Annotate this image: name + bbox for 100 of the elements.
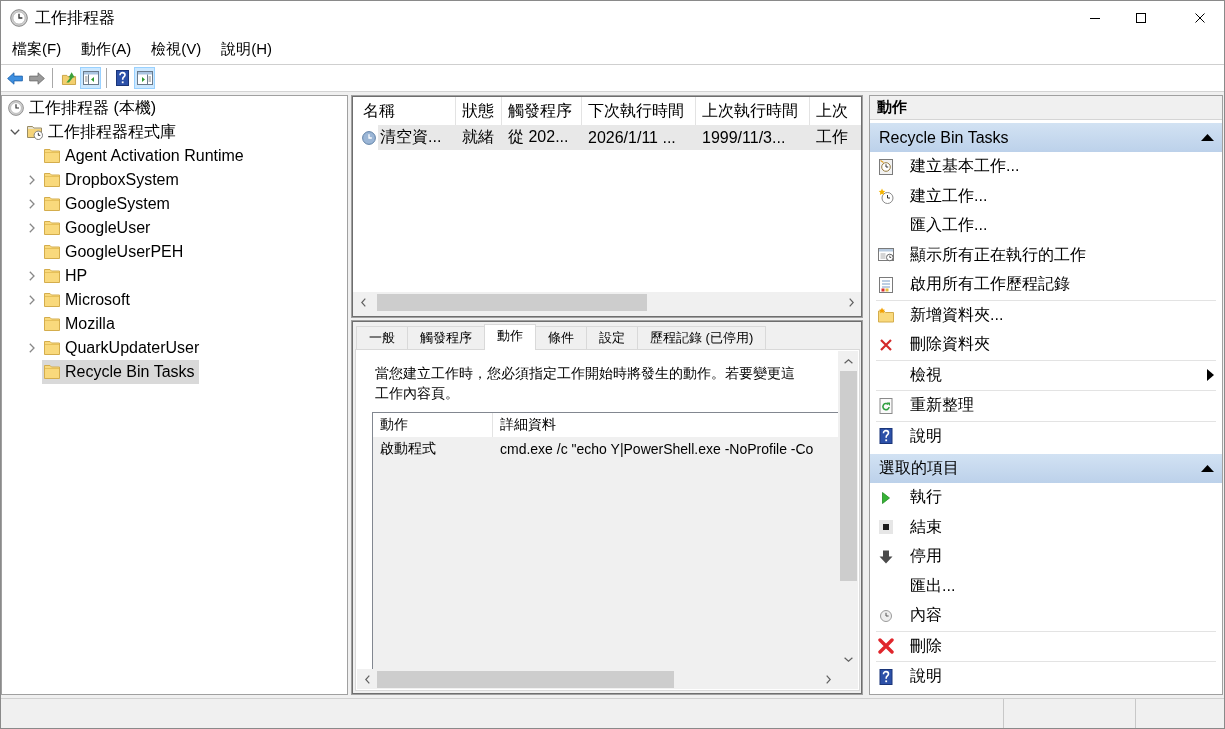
action-item[interactable]: 停用 bbox=[870, 542, 1222, 572]
collapse-triangle-icon[interactable] bbox=[1201, 134, 1214, 141]
tree-item[interactable]: 工作排程器 (本機) bbox=[6, 96, 161, 120]
tree-item[interactable]: GoogleSystem bbox=[42, 192, 174, 216]
close-icon bbox=[1195, 13, 1205, 23]
section-header[interactable]: 選取的項目 bbox=[870, 454, 1222, 483]
chevron-right-icon[interactable] bbox=[29, 271, 35, 281]
folder-icon bbox=[44, 221, 60, 235]
tree-item[interactable]: DropboxSystem bbox=[42, 168, 183, 192]
submenu-caret-icon bbox=[1207, 369, 1214, 382]
scroll-right-icon[interactable] bbox=[848, 297, 854, 307]
chevron-right-icon[interactable] bbox=[29, 343, 35, 353]
action-item[interactable]: 說明 bbox=[876, 421, 1216, 451]
pane-layout-icon bbox=[136, 71, 153, 85]
action-item[interactable]: 重新整理 bbox=[876, 391, 1216, 421]
table-cell-text: cmd.exe /c "echo Y|PowerShell.exe -NoProfile -Co bbox=[499, 441, 814, 457]
action-item[interactable]: 執行 bbox=[870, 483, 1222, 513]
window-clock-icon bbox=[878, 247, 894, 264]
scroll-down-icon[interactable] bbox=[843, 656, 853, 662]
scrollbar-thumb[interactable] bbox=[377, 293, 647, 311]
action-item[interactable]: 結束 bbox=[870, 512, 1222, 542]
action-item[interactable]: 新增資料夾... bbox=[876, 300, 1216, 330]
menu-item[interactable]: 檔案(F) bbox=[4, 37, 70, 62]
tab[interactable]: 動作 bbox=[484, 324, 536, 350]
scrollbar-thumb[interactable] bbox=[839, 371, 857, 581]
scrollbar-thumb[interactable] bbox=[377, 670, 674, 688]
window-title: 工作排程器 bbox=[35, 7, 115, 28]
clock-icon bbox=[8, 100, 24, 116]
action-item[interactable]: 刪除 bbox=[876, 631, 1216, 661]
clock-star-icon bbox=[878, 188, 894, 205]
clock-icon bbox=[362, 130, 376, 145]
tree-item[interactable]: Mozilla bbox=[42, 312, 119, 336]
action-item[interactable]: 刪除資料夾 bbox=[876, 330, 1216, 360]
folder-icon bbox=[44, 293, 60, 307]
tree-item[interactable]: HP bbox=[42, 264, 92, 288]
tree-item[interactable]: QuarkUpdaterUser bbox=[42, 336, 204, 360]
horizontal-scrollbar[interactable] bbox=[357, 669, 838, 689]
table-cell-text: 1999/11/3... bbox=[701, 128, 787, 147]
folder-icon bbox=[44, 149, 60, 163]
chevron-down-icon[interactable] bbox=[10, 129, 20, 135]
menu-item[interactable]: 檢視(V) bbox=[143, 37, 210, 62]
scroll-left-icon[interactable] bbox=[364, 674, 370, 684]
menu-item[interactable]: 動作(A) bbox=[73, 37, 140, 62]
description-text: 工作內容頁。 bbox=[375, 384, 460, 403]
folder-icon bbox=[44, 269, 60, 283]
description-text: 當您建立工作時，您必須指定工作開始時將發生的動作。若要變更這 bbox=[375, 364, 796, 383]
action-item[interactable]: 匯入工作... bbox=[870, 211, 1222, 241]
minimize-icon bbox=[1090, 17, 1100, 19]
clock-icon bbox=[880, 609, 892, 622]
action-item[interactable]: 內容 bbox=[870, 601, 1222, 631]
table-cell-text: 就緒 bbox=[461, 127, 495, 147]
action-item[interactable]: 說明 bbox=[876, 662, 1216, 692]
tree-item[interactable]: Recycle Bin Tasks bbox=[42, 360, 199, 384]
folder-icon bbox=[44, 317, 60, 331]
table-cell-text: 工作 bbox=[815, 127, 848, 147]
scroll-up-icon[interactable] bbox=[843, 358, 853, 364]
action-item[interactable]: 檢視 bbox=[876, 360, 1216, 390]
tree-item[interactable]: Agent Activation Runtime bbox=[42, 144, 248, 168]
folder-icon bbox=[44, 341, 60, 355]
tree-item[interactable]: 工作排程器程式庫 bbox=[25, 120, 180, 144]
vertical-scrollbar[interactable] bbox=[838, 351, 858, 669]
scroll-right-icon[interactable] bbox=[825, 674, 831, 684]
help-icon bbox=[878, 668, 894, 685]
console-tree-toggle[interactable] bbox=[80, 67, 101, 89]
help-icon bbox=[878, 428, 894, 445]
folder-icon bbox=[44, 365, 60, 379]
action-item[interactable]: 建立工作... bbox=[870, 181, 1222, 211]
action-item[interactable]: 建立基本工作... bbox=[870, 152, 1222, 182]
horizontal-scrollbar[interactable] bbox=[353, 292, 861, 312]
section-header[interactable]: Recycle Bin Tasks bbox=[870, 123, 1222, 152]
folder-up-icon bbox=[60, 71, 77, 85]
table-row[interactable]: 清空資... 就緒 從 202... 2026/1/11 ... 1999/11/3... 工作 bbox=[378, 125, 861, 150]
action-item[interactable]: 匯出... bbox=[870, 571, 1222, 601]
tree-item[interactable]: Microsoft bbox=[42, 288, 134, 312]
help-icon bbox=[116, 70, 129, 86]
tab[interactable]: 歷程記錄 (已停用) bbox=[637, 326, 767, 349]
folder-clock-icon bbox=[27, 124, 43, 140]
collapse-triangle-icon[interactable] bbox=[1201, 465, 1214, 472]
tree-item[interactable]: GoogleUser bbox=[42, 216, 155, 240]
folder-star-icon bbox=[878, 307, 894, 324]
play-icon bbox=[882, 491, 890, 504]
chevron-right-icon[interactable] bbox=[29, 223, 35, 233]
tab[interactable]: 一般 bbox=[356, 326, 408, 349]
chevron-right-icon[interactable] bbox=[29, 175, 35, 185]
action-item[interactable]: 啟用所有工作歷程記錄 bbox=[870, 270, 1222, 300]
folder-icon bbox=[44, 245, 60, 259]
action-pane-toggle[interactable] bbox=[134, 67, 155, 89]
scroll-left-icon[interactable] bbox=[360, 297, 366, 307]
maximize-icon bbox=[1136, 13, 1146, 23]
refresh-icon bbox=[878, 397, 894, 414]
action-item[interactable]: 顯示所有正在執行的工作 bbox=[870, 240, 1222, 270]
menu-item[interactable]: 說明(H) bbox=[213, 37, 280, 62]
table-cell-text: 清空資... bbox=[379, 127, 443, 147]
pane-title: 動作 bbox=[870, 96, 1222, 120]
chevron-right-icon[interactable] bbox=[29, 295, 35, 305]
log-page-icon bbox=[878, 276, 894, 293]
folder-icon bbox=[44, 197, 60, 211]
tree-item[interactable]: GoogleUserPEH bbox=[42, 240, 188, 264]
chevron-right-icon[interactable] bbox=[29, 199, 35, 209]
pane-layout-icon bbox=[82, 71, 99, 85]
